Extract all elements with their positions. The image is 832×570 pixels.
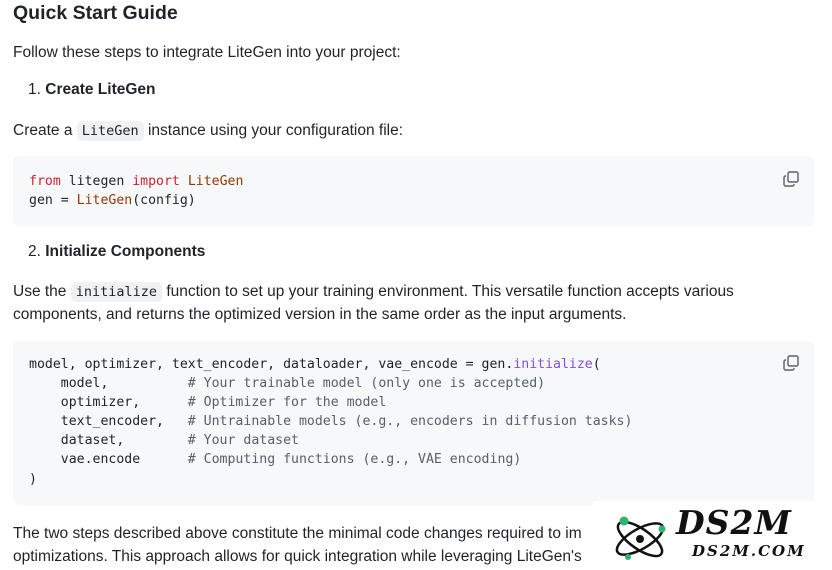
- code-text: model, optimizer, text_encoder, dataload…: [29, 357, 514, 372]
- step-number: 2.: [28, 243, 41, 260]
- code-comment: # Your dataset: [187, 433, 299, 449]
- desc-text: function to set up your training environ…: [166, 283, 734, 300]
- code-argument: model,: [29, 376, 188, 392]
- watermark: DS2M DS2M.COM: [594, 501, 832, 570]
- step-2-heading: 2. Initialize Components: [28, 243, 205, 261]
- desc-text: Use the: [13, 283, 67, 300]
- code-block-initialize: model, optimizer, text_encoder, dataload…: [13, 341, 814, 505]
- code-comment: # Untrainable models (e.g., encoders in …: [187, 414, 633, 430]
- code-text: (config): [132, 193, 196, 209]
- step-title: Initialize Components: [45, 243, 206, 260]
- code-comment: # Computing functions (e.g., VAE encodin…: [187, 452, 522, 468]
- watermark-brand: DS2M: [676, 503, 792, 542]
- step-1-description: Create a LiteGen instance using your con…: [13, 119, 403, 143]
- copy-icon[interactable]: [782, 354, 800, 372]
- atom-logo-icon: [615, 516, 666, 560]
- code-text: (: [592, 357, 601, 372]
- code-text: litegen: [60, 174, 133, 189]
- code-argument: optimizer,: [29, 395, 188, 411]
- code-argument: text_encoder,: [29, 414, 188, 430]
- code-content: from litegen import LiteGen gen = LiteGe…: [29, 172, 243, 210]
- code-class: LiteGen: [76, 193, 133, 209]
- code-text: gen =: [29, 193, 77, 209]
- page-title: Quick Start Guide: [13, 2, 178, 24]
- step-number: 1.: [28, 81, 41, 98]
- code-keyword: from: [29, 174, 61, 189]
- outro-text-line2: optimizations. This approach allows for …: [13, 548, 582, 565]
- code-keyword: import: [132, 174, 180, 189]
- code-argument: vae.encode: [29, 452, 188, 468]
- code-function: initialize: [513, 357, 593, 372]
- desc-text: instance using your configuration file:: [147, 122, 404, 139]
- step-title: Create LiteGen: [45, 81, 156, 98]
- step-1-heading: 1. Create LiteGen: [28, 81, 156, 99]
- code-text: ): [29, 471, 37, 487]
- code-comment: # Your trainable model (only one is acce…: [187, 376, 546, 392]
- code-comment: # Optimizer for the model: [187, 395, 387, 411]
- code-argument: dataset,: [29, 433, 188, 449]
- code-class: LiteGen: [187, 174, 244, 189]
- inline-code: LiteGen: [76, 121, 144, 141]
- copy-icon[interactable]: [782, 170, 800, 188]
- desc-text: Create a: [13, 122, 73, 139]
- code-content: model, optimizer, text_encoder, dataload…: [29, 355, 632, 489]
- intro-text: Follow these steps to integrate LiteGen …: [13, 44, 401, 61]
- inline-code: initialize: [70, 282, 163, 302]
- step-2-description: Use the initialize function to set up yo…: [13, 280, 734, 304]
- step-2-description-line2: components, and returns the optimized ve…: [13, 306, 627, 323]
- watermark-url: DS2M.COM: [692, 542, 806, 560]
- code-block-create: from litegen import LiteGen gen = LiteGe…: [13, 156, 814, 226]
- outro-text-line1: The two steps described above constitute…: [13, 525, 582, 542]
